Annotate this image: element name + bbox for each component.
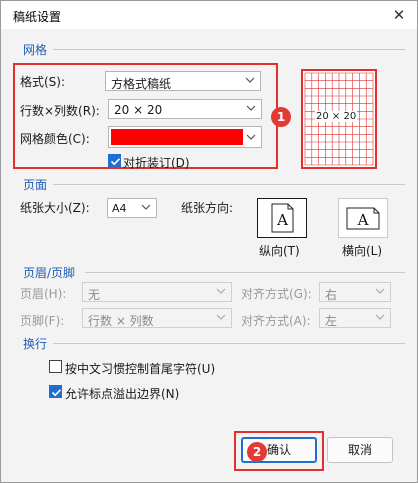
grid-color-swatch [111, 129, 243, 145]
format-select[interactable]: 方格式稿纸 [105, 71, 261, 91]
section-divider [53, 184, 405, 185]
punctuation-overflow-label: 允许标点溢出边界(N) [65, 387, 180, 401]
chevron-down-icon [245, 77, 255, 83]
checkmark-icon [110, 158, 121, 166]
cancel-button[interactable]: 取消 [327, 437, 393, 463]
footer-align-select[interactable]: 左 [319, 308, 391, 328]
orientation-label: 纸张方向: [181, 201, 234, 215]
section-title-page: 页面 [23, 178, 48, 192]
chevron-down-icon [375, 288, 385, 294]
portrait-page-icon: A [271, 203, 294, 233]
footer-label: 页脚(F): [20, 314, 65, 328]
header-align-value: 右 [325, 288, 338, 302]
checkmark-icon [51, 389, 62, 397]
step-badge-1: 1 [271, 107, 291, 127]
header-select[interactable]: 无 [82, 282, 232, 302]
grid-color-label: 网格颜色(C): [20, 132, 90, 146]
landscape-label: 横向(L) [342, 244, 383, 258]
section-title-wrap: 换行 [23, 337, 48, 351]
header-label: 页眉(H): [20, 287, 67, 301]
footer-align-value: 左 [325, 314, 338, 328]
section-title-header-footer: 页眉/页脚 [23, 266, 76, 280]
section-divider [85, 272, 405, 273]
section-divider [53, 343, 405, 344]
landscape-button[interactable]: A [338, 198, 388, 238]
chevron-down-icon [216, 314, 226, 320]
format-label: 格式(S): [20, 75, 66, 89]
footer-select[interactable]: 行数 × 列数 [82, 308, 232, 328]
landscape-page-icon: A [346, 207, 380, 230]
fold-binding-checkbox[interactable] [108, 154, 121, 167]
chinese-wrap-label: 按中文习惯控制首尾字符(U) [65, 362, 216, 376]
close-icon[interactable]: ✕ [389, 5, 409, 25]
portrait-button[interactable]: A [257, 198, 307, 238]
chevron-down-icon [375, 314, 385, 320]
rowcol-select[interactable]: 20 × 20 [108, 99, 262, 119]
dialog-title: 稿纸设置 [13, 10, 62, 24]
footer-select-value: 行数 × 列数 [88, 314, 154, 328]
step-badge-2: 2 [247, 442, 267, 462]
cancel-button-label: 取消 [347, 443, 372, 457]
punctuation-overflow-checkbox[interactable] [49, 385, 62, 398]
fold-binding-label: 对折装订(D) [123, 156, 190, 170]
format-select-value: 方格式稿纸 [111, 77, 172, 91]
paper-size-select[interactable]: A4 [107, 198, 157, 218]
header-align-select[interactable]: 右 [319, 282, 391, 302]
footer-align-label: 对齐方式(A): [241, 314, 311, 328]
header-align-label: 对齐方式(G): [241, 287, 312, 301]
rowcol-label: 行数×列数(R): [20, 104, 100, 118]
grid-preview: 20 × 20 [301, 69, 377, 169]
paper-size-value: A4 [112, 202, 127, 215]
header-select-value: 无 [88, 288, 101, 302]
section-divider [53, 49, 405, 50]
grid-color-picker[interactable] [108, 126, 262, 148]
chevron-down-icon [246, 134, 256, 140]
chinese-wrap-checkbox[interactable] [49, 360, 62, 373]
paper-size-label: 纸张大小(Z): [20, 201, 90, 215]
title-bar: 稿纸设置 ✕ [1, 1, 417, 29]
section-title-grid: 网格 [23, 43, 48, 57]
confirm-button-label: 确认 [266, 443, 291, 457]
paper-settings-dialog: 稿纸设置 ✕ 网格 1 格式(S): 方格式稿纸 行数×列数(R): 20 × … [0, 0, 418, 483]
chevron-down-icon [141, 204, 151, 210]
portrait-label: 纵向(T) [259, 244, 300, 258]
svg-text:A: A [276, 211, 288, 229]
chevron-down-icon [246, 105, 256, 111]
rowcol-select-value: 20 × 20 [114, 103, 163, 117]
chevron-down-icon [216, 288, 226, 294]
svg-text:A: A [357, 211, 369, 229]
grid-preview-label: 20 × 20 [315, 111, 358, 122]
